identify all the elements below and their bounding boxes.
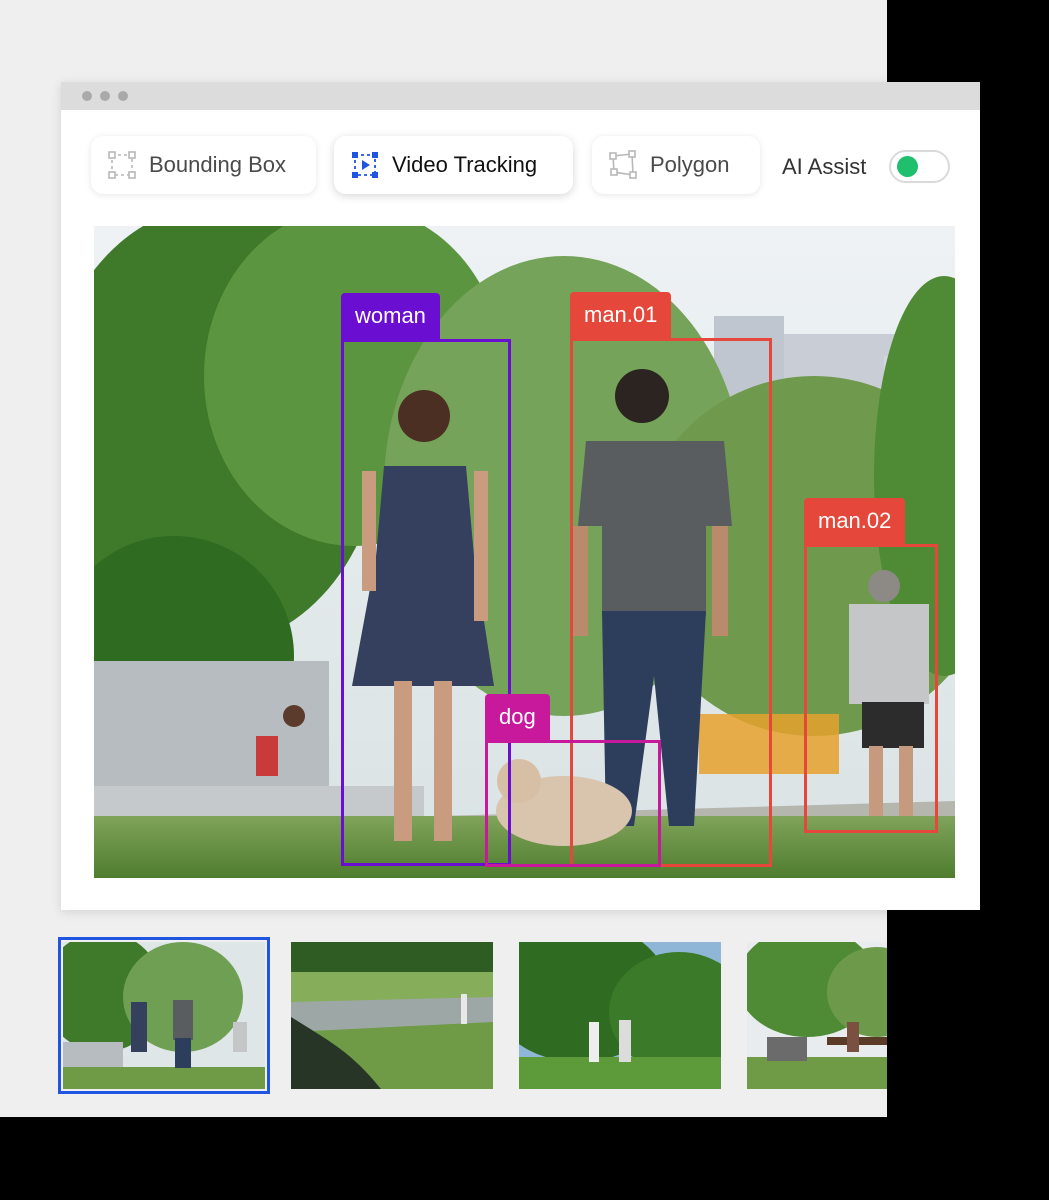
- bounding-box-tool-button[interactable]: Bounding Box: [91, 136, 316, 194]
- thumbnail-image: [747, 942, 887, 1089]
- bbox-label-man-01: man.01: [570, 292, 672, 338]
- thumbnail-image: [63, 942, 265, 1089]
- tool-label: Bounding Box: [149, 152, 286, 177]
- polygon-icon: [609, 150, 637, 179]
- annotation-canvas[interactable]: woman man.01 man.02 dog: [94, 226, 955, 878]
- window-dot-icon: [100, 91, 110, 101]
- bounding-box-icon: [108, 151, 136, 179]
- toggle-knob: [897, 156, 918, 177]
- window-dot-icon: [118, 91, 128, 101]
- window-title-bar: [61, 82, 980, 110]
- bbox-label-dog: dog: [485, 694, 550, 740]
- bbox-label-woman: woman: [341, 293, 440, 339]
- ai-assist-label: AI Assist: [782, 154, 867, 179]
- polygon-tool-button[interactable]: Polygon: [592, 136, 760, 194]
- app-window: Bounding Box Video Tracking Polygon AI A…: [61, 82, 980, 910]
- filmstrip-thumbnail[interactable]: [291, 942, 493, 1089]
- bbox-dog[interactable]: dog: [485, 694, 661, 867]
- video-tracking-icon: [352, 152, 378, 178]
- tool-label: Video Tracking: [392, 152, 538, 177]
- filmstrip-thumbnail[interactable]: [519, 942, 721, 1089]
- ai-assist-toggle[interactable]: [889, 150, 950, 183]
- bbox-man-02[interactable]: man.02: [804, 498, 938, 833]
- video-tracking-tool-button[interactable]: Video Tracking: [334, 136, 573, 194]
- tool-label: Polygon: [650, 152, 730, 177]
- bbox-label-man-02: man.02: [804, 498, 906, 544]
- thumbnail-image: [519, 942, 721, 1089]
- filmstrip-thumbnail[interactable]: [58, 937, 270, 1094]
- window-dot-icon: [82, 91, 92, 101]
- filmstrip-thumbnail[interactable]: [747, 942, 887, 1089]
- thumbnail-image: [291, 942, 493, 1089]
